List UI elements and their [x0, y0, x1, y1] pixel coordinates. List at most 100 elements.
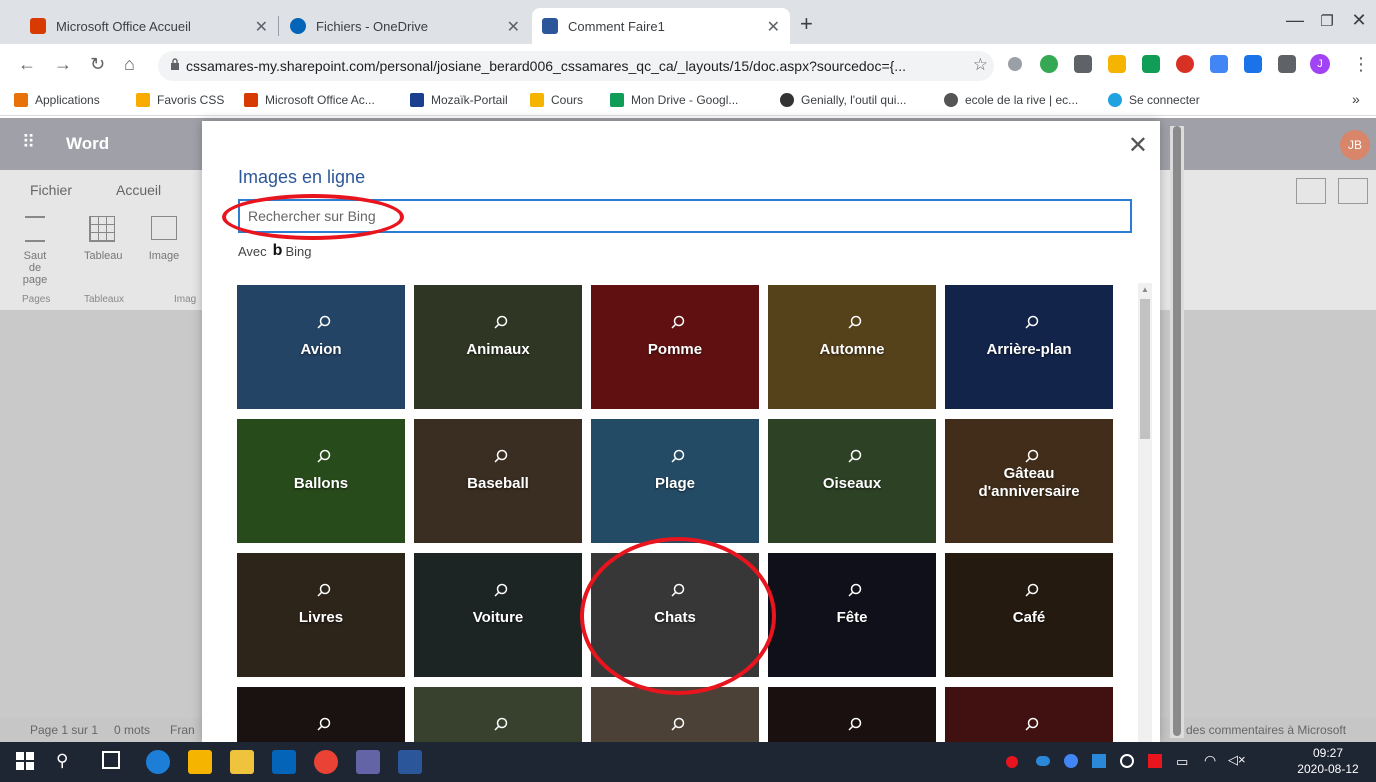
tile-voiture[interactable]: Voiture: [414, 553, 582, 677]
bookmark-office[interactable]: Microsoft Office Ac...: [244, 93, 375, 107]
extension-icon[interactable]: [1074, 55, 1092, 73]
tile-livres[interactable]: Livres: [237, 553, 405, 677]
clock-time[interactable]: 09:27: [1296, 746, 1360, 760]
tile-plage[interactable]: Plage: [591, 419, 759, 543]
tile-gateau[interactable]: Gâteau d'anniversaire: [945, 419, 1113, 543]
clock-date[interactable]: 2020-08-12: [1296, 762, 1360, 776]
tile-row4-5[interactable]: [945, 687, 1113, 742]
edge-icon[interactable]: [146, 750, 170, 774]
back-button[interactable]: ←: [18, 54, 36, 75]
outlook-icon[interactable]: [272, 750, 296, 774]
bookmark-applications[interactable]: Applications: [14, 93, 100, 107]
folder-icon: [136, 93, 150, 107]
tile-ballons[interactable]: Ballons: [237, 419, 405, 543]
tray-icon[interactable]: [1148, 754, 1162, 768]
page-break-button[interactable]: Saut de page: [20, 216, 50, 286]
status-feedback[interactable]: des commentaires à Microsoft: [1186, 723, 1346, 737]
tile-animaux[interactable]: Animaux: [414, 285, 582, 409]
tab-office-home[interactable]: Microsoft Office Accueil ✕: [20, 8, 278, 44]
bookmark-label: Genially, l'outil qui...: [801, 93, 907, 107]
image-button[interactable]: Image: [146, 216, 182, 262]
search-icon: [494, 315, 508, 329]
wifi-icon[interactable]: ◠: [1204, 752, 1216, 769]
close-icon[interactable]: ✕: [767, 17, 780, 37]
dialog-scrollbar[interactable]: ▲: [1138, 283, 1152, 742]
battery-icon[interactable]: ▭: [1176, 754, 1188, 770]
address-bar[interactable]: cssamares-my.sharepoint.com/personal/jos…: [158, 51, 994, 81]
tile-pomme[interactable]: Pomme: [591, 285, 759, 409]
ribbon-tab-fichier[interactable]: Fichier: [30, 182, 72, 198]
picture-icon: [151, 216, 177, 240]
volume-muted-icon[interactable]: ◁×: [1228, 752, 1246, 768]
comments-button[interactable]: [1338, 178, 1368, 204]
puzzle-icon[interactable]: [1278, 55, 1296, 73]
tile-overlay: [414, 687, 582, 742]
tab-comment-faire[interactable]: Comment Faire1 ✕: [532, 8, 790, 44]
bookmarks-more[interactable]: »: [1352, 91, 1360, 107]
file-explorer-icon[interactable]: [230, 750, 254, 774]
adblock-icon[interactable]: [1176, 55, 1194, 73]
tab-onedrive[interactable]: Fichiers - OneDrive ✕: [280, 8, 530, 44]
bookmark-cours[interactable]: Cours: [530, 93, 583, 107]
bookmark-se-connecter[interactable]: Se connecter: [1108, 93, 1200, 107]
page-scrollbar[interactable]: [1170, 126, 1184, 738]
extension-icon[interactable]: [1142, 55, 1160, 73]
tile-arriere-plan[interactable]: Arrière-plan: [945, 285, 1113, 409]
profile-avatar[interactable]: J: [1310, 54, 1330, 74]
dialog-close-button[interactable]: ✕: [1128, 131, 1148, 160]
window-close-button[interactable]: ✕: [1336, 10, 1376, 31]
tile-baseball[interactable]: Baseball: [414, 419, 582, 543]
extension-icon[interactable]: [1210, 55, 1228, 73]
table-button[interactable]: Tableau: [84, 216, 123, 262]
user-avatar[interactable]: JB: [1340, 130, 1370, 160]
classroom-icon: [530, 93, 544, 107]
scroll-up-icon[interactable]: ▲: [1141, 285, 1149, 294]
tile-cafe[interactable]: Café: [945, 553, 1113, 677]
tile-row4-1[interactable]: [237, 687, 405, 742]
close-icon[interactable]: ✕: [507, 17, 520, 37]
forward-button[interactable]: →: [54, 54, 72, 75]
tile-row4-4[interactable]: [768, 687, 936, 742]
tile-automne[interactable]: Automne: [768, 285, 936, 409]
tray-icon[interactable]: [1092, 754, 1106, 768]
tile-oiseaux[interactable]: Oiseaux: [768, 419, 936, 543]
search-icon: [1025, 315, 1039, 329]
bookmark-mozaik[interactable]: Mozaïk-Portail: [410, 93, 508, 107]
tile-row4-3[interactable]: [591, 687, 759, 742]
app-launcher-icon[interactable]: ⠿: [22, 132, 35, 153]
bookmark-drive[interactable]: Mon Drive - Googl...: [610, 93, 738, 107]
bookmark-ecole[interactable]: ecole de la rive | ec...: [944, 93, 1078, 107]
tile-row4-2[interactable]: [414, 687, 582, 742]
search-icon[interactable]: ⚲: [56, 751, 68, 771]
new-tab-button[interactable]: +: [800, 13, 813, 35]
extension-icon[interactable]: [1108, 55, 1126, 73]
bookmark-star-icon[interactable]: ☆: [973, 55, 988, 75]
scrollbar-thumb[interactable]: [1140, 299, 1150, 439]
scrollbar-thumb[interactable]: [1173, 126, 1181, 736]
bookmark-favoris-css[interactable]: Favoris CSS: [136, 93, 224, 107]
sticky-notes-icon[interactable]: [188, 750, 212, 774]
extension-icon[interactable]: [1244, 55, 1262, 73]
reload-button[interactable]: ↻: [90, 54, 105, 75]
menu-icon[interactable]: ⋮: [1352, 54, 1370, 75]
extension-icon[interactable]: [1040, 55, 1058, 73]
bookmark-label: Microsoft Office Ac...: [265, 93, 375, 107]
word-taskbar-icon[interactable]: [398, 750, 422, 774]
teams-icon[interactable]: [356, 750, 380, 774]
windows-start-icon[interactable]: [16, 752, 34, 770]
home-button[interactable]: ⌂: [124, 54, 135, 75]
tile-avion[interactable]: Avion: [237, 285, 405, 409]
tile-fete[interactable]: Fête: [768, 553, 936, 677]
tray-icon[interactable]: [1006, 756, 1018, 768]
share-button[interactable]: [1296, 178, 1326, 204]
close-icon[interactable]: ✕: [255, 17, 268, 37]
task-view-icon[interactable]: [102, 751, 120, 769]
extension-icon[interactable]: [1008, 57, 1022, 71]
chrome-icon[interactable]: [314, 750, 338, 774]
tray-icon[interactable]: [1120, 754, 1134, 768]
search-icon: [317, 583, 331, 597]
tray-icon[interactable]: [1064, 754, 1078, 768]
bookmark-genially[interactable]: Genially, l'outil qui...: [780, 93, 906, 107]
onedrive-tray-icon[interactable]: [1036, 756, 1050, 766]
ribbon-tab-accueil[interactable]: Accueil: [116, 182, 161, 198]
